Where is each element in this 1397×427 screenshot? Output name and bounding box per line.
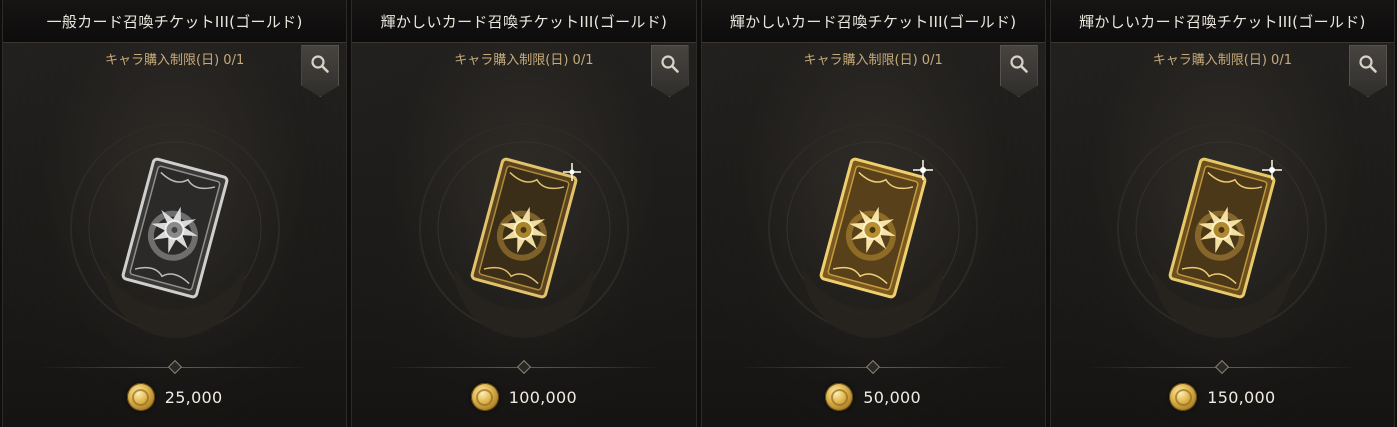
gold-coin-icon [470,383,499,411]
card-title: 輝かしいカード召喚チケットIII(ゴールド) [380,12,668,31]
purchase-limit-text: キャラ購入制限(日) 0/1 [454,53,594,68]
shop-card-4[interactable]: 輝かしいカード召喚チケットIII(ゴールド) キャラ購入制限(日) 0/1 15… [1049,0,1395,427]
card-header: 輝かしいカード召喚チケットIII(ゴールド) [1050,0,1394,43]
shop-card-2[interactable]: 輝かしいカード召喚チケットIII(ゴールド) キャラ購入制限(日) 0/1 10… [351,0,697,427]
shop-card-1[interactable]: 一般カード召喚チケットIII(ゴールド) キャラ購入制限(日) 0/1 25,0… [2,0,348,427]
price-value: 50,000 [863,387,922,407]
purchase-limit-text: キャラ購入制限(日) 0/1 [1152,53,1292,68]
divider-ornament [866,359,881,375]
card-header: 一般カード召喚チケットIII(ゴールド) [3,0,347,43]
card-title: 一般カード召喚チケットIII(ゴールド) [46,12,303,31]
gold-coin-icon [1169,383,1198,411]
divider-ornament [167,359,182,375]
silver-card-icon [65,118,285,338]
zoom-button[interactable] [650,45,689,97]
magnifier-icon [311,55,330,73]
gold-coin-icon [126,383,155,411]
zoom-button[interactable] [1349,45,1387,97]
price-value: 25,000 [164,387,223,407]
zoom-button[interactable] [301,45,340,97]
price-button[interactable]: 25,000 [3,382,346,412]
card-header: 輝かしいカード召喚チケットIII(ゴールド) [701,0,1045,43]
shop-card-list: 一般カード召喚チケットIII(ゴールド) キャラ購入制限(日) 0/1 25,0… [0,0,1397,427]
magnifier-icon [660,55,679,73]
gold-card-icon [1112,118,1332,338]
divider-ornament [516,359,531,375]
purchase-limit-text: キャラ購入制限(日) 0/1 [803,53,943,68]
zoom-button[interactable] [999,45,1038,97]
gold-card-icon [763,118,983,338]
card-header: 輝かしいカード召喚チケットIII(ゴールド) [352,0,696,43]
price-value: 150,000 [1207,387,1276,407]
card-title: 輝かしいカード召喚チケットIII(ゴールド) [729,12,1017,31]
gold-coin-icon [825,383,854,411]
price-value: 100,000 [508,387,577,407]
price-button[interactable]: 50,000 [702,382,1045,412]
divider-ornament [1215,359,1230,375]
shop-card-3[interactable]: 輝かしいカード召喚チケットIII(ゴールド) キャラ購入制限(日) 0/1 50… [700,0,1046,427]
magnifier-icon [1010,55,1028,73]
price-button[interactable]: 150,000 [1051,382,1394,412]
price-button[interactable]: 100,000 [352,382,695,412]
magnifier-icon [1359,55,1377,73]
purchase-limit-text: キャラ購入制限(日) 0/1 [105,53,245,68]
card-title: 輝かしいカード召喚チケットIII(ゴールド) [1079,12,1366,31]
gold-card-icon [414,118,634,338]
